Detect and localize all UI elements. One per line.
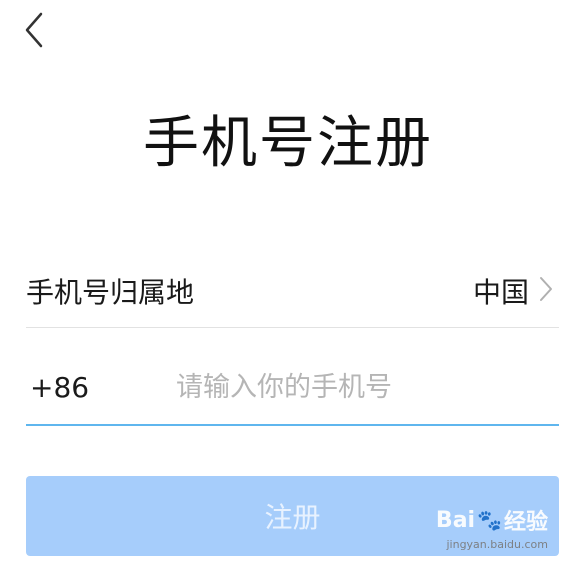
page-title: 手机号注册 [143,111,433,176]
region-value-group: 中国 [473,271,559,311]
region-label: 手机号归属地 [26,276,195,309]
region-value: 中国 [472,276,529,309]
phone-input[interactable] [176,357,559,417]
chevron-right-icon [539,276,553,306]
phone-row: +86 [26,350,559,426]
watermark-url: jingyan.baidu.com [446,538,548,551]
watermark: Bai 🐾 经验 jingyan.baidu.com [436,504,548,552]
region-selector[interactable]: 手机号归属地 中国 [26,255,559,328]
watermark-brand-suffix: 经验 [503,510,548,535]
country-code: +86 [30,370,90,404]
paw-icon: 🐾 [477,508,502,532]
watermark-brand-text: Bai [435,507,476,533]
chevron-left-icon [23,12,45,52]
back-button[interactable] [14,12,54,52]
watermark-brand: Bai 🐾 经验 [436,504,548,536]
